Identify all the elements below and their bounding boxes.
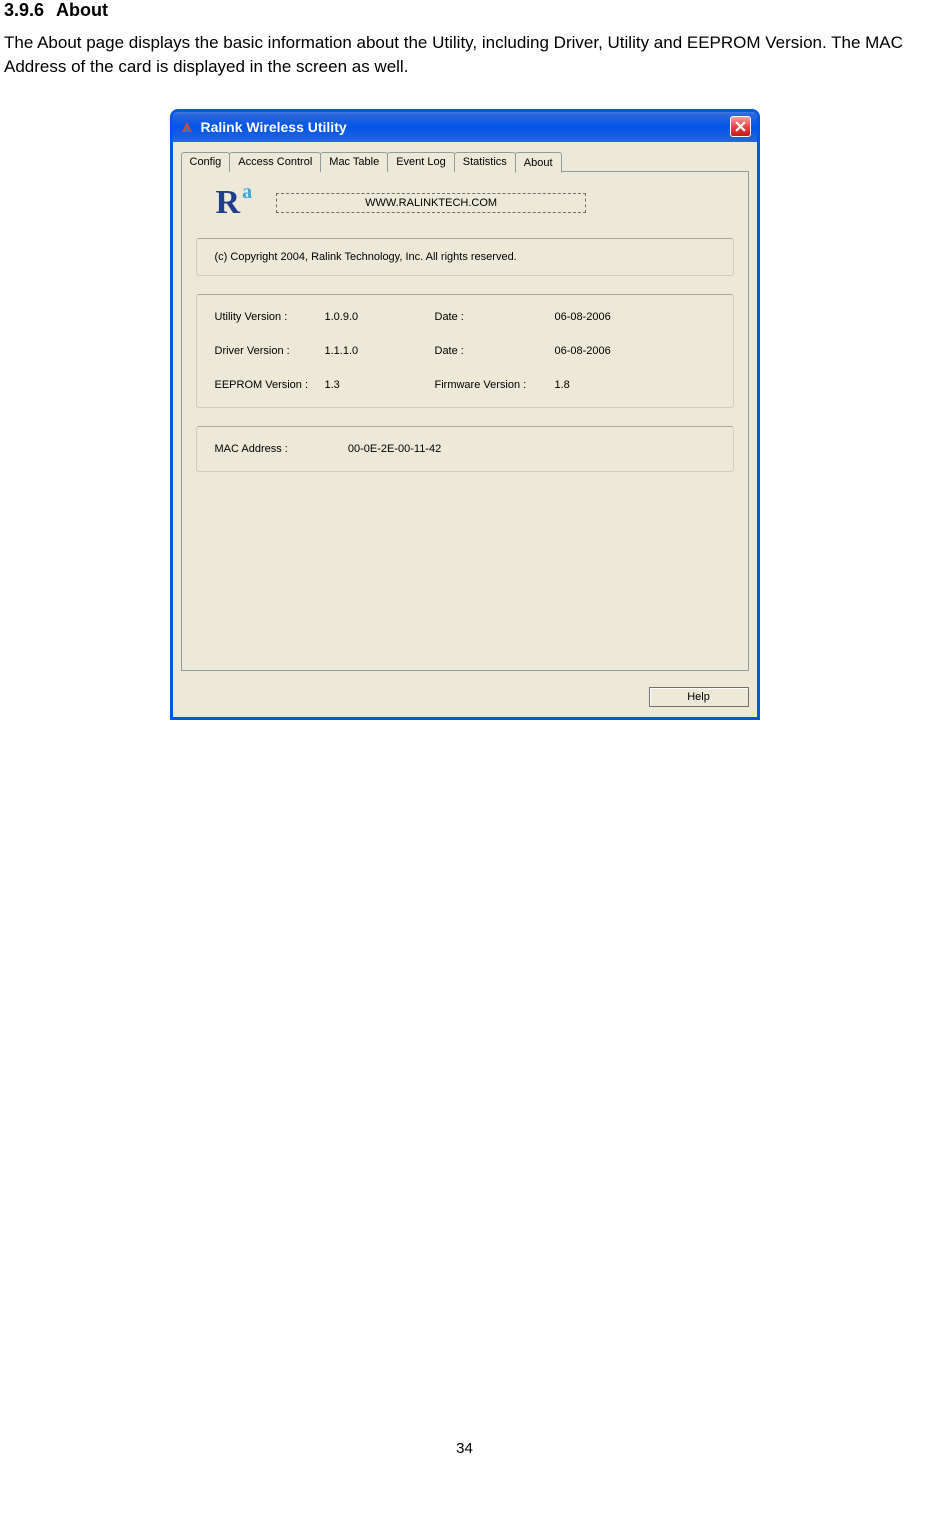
utility-version-value: 1.0.9.0: [325, 311, 435, 323]
driver-version-value: 1.1.1.0: [325, 345, 435, 357]
eeprom-version-label: EEPROM Version :: [215, 379, 325, 391]
heading-title: About: [56, 0, 108, 20]
window-titlebar[interactable]: Ralink Wireless Utility: [173, 112, 757, 142]
section-heading: 3.9.6 About: [4, 0, 925, 21]
mac-address-value: 00-0E-2E-00-11-42: [348, 443, 441, 455]
driver-date-label: Date :: [435, 345, 555, 357]
tab-event-log[interactable]: Event Log: [387, 152, 455, 172]
tab-bar: Config Access Control Mac Table Event Lo…: [181, 152, 749, 172]
copyright-text: (c) Copyright 2004, Ralink Technology, I…: [215, 251, 517, 263]
mac-address-label: MAC Address :: [215, 443, 288, 455]
application-window: Ralink Wireless Utility Config Access Co…: [170, 109, 760, 720]
app-icon: [179, 119, 195, 135]
tab-panel-about: Ra WWW.RALINKTECH.COM (c) Copyright 2004…: [181, 171, 749, 671]
close-button[interactable]: [730, 116, 751, 137]
tab-config[interactable]: Config: [181, 152, 231, 172]
window-title: Ralink Wireless Utility: [201, 119, 730, 135]
page-number: 34: [4, 1440, 925, 1457]
eeprom-version-value: 1.3: [325, 379, 435, 391]
version-group: Utility Version : 1.0.9.0 Date : 06-08-2…: [196, 294, 734, 408]
firmware-version-value: 1.8: [555, 379, 645, 391]
tab-access-control[interactable]: Access Control: [229, 152, 321, 172]
tab-about[interactable]: About: [515, 152, 562, 173]
heading-number: 3.9.6: [4, 0, 44, 20]
driver-version-label: Driver Version :: [215, 345, 325, 357]
firmware-version-label: Firmware Version :: [435, 379, 555, 391]
mac-address-group: MAC Address : 00-0E-2E-00-11-42: [196, 426, 734, 472]
website-link-button[interactable]: WWW.RALINKTECH.COM: [276, 193, 586, 213]
help-button[interactable]: Help: [649, 687, 749, 707]
copyright-group: (c) Copyright 2004, Ralink Technology, I…: [196, 238, 734, 276]
ralink-logo: Ra: [216, 186, 241, 220]
section-description: The About page displays the basic inform…: [4, 31, 925, 79]
utility-date-value: 06-08-2006: [555, 311, 645, 323]
utility-date-label: Date :: [435, 311, 555, 323]
tab-statistics[interactable]: Statistics: [454, 152, 516, 172]
close-icon: [735, 121, 746, 132]
driver-date-value: 06-08-2006: [555, 345, 645, 357]
utility-version-label: Utility Version :: [215, 311, 325, 323]
tab-mac-table[interactable]: Mac Table: [320, 152, 388, 172]
